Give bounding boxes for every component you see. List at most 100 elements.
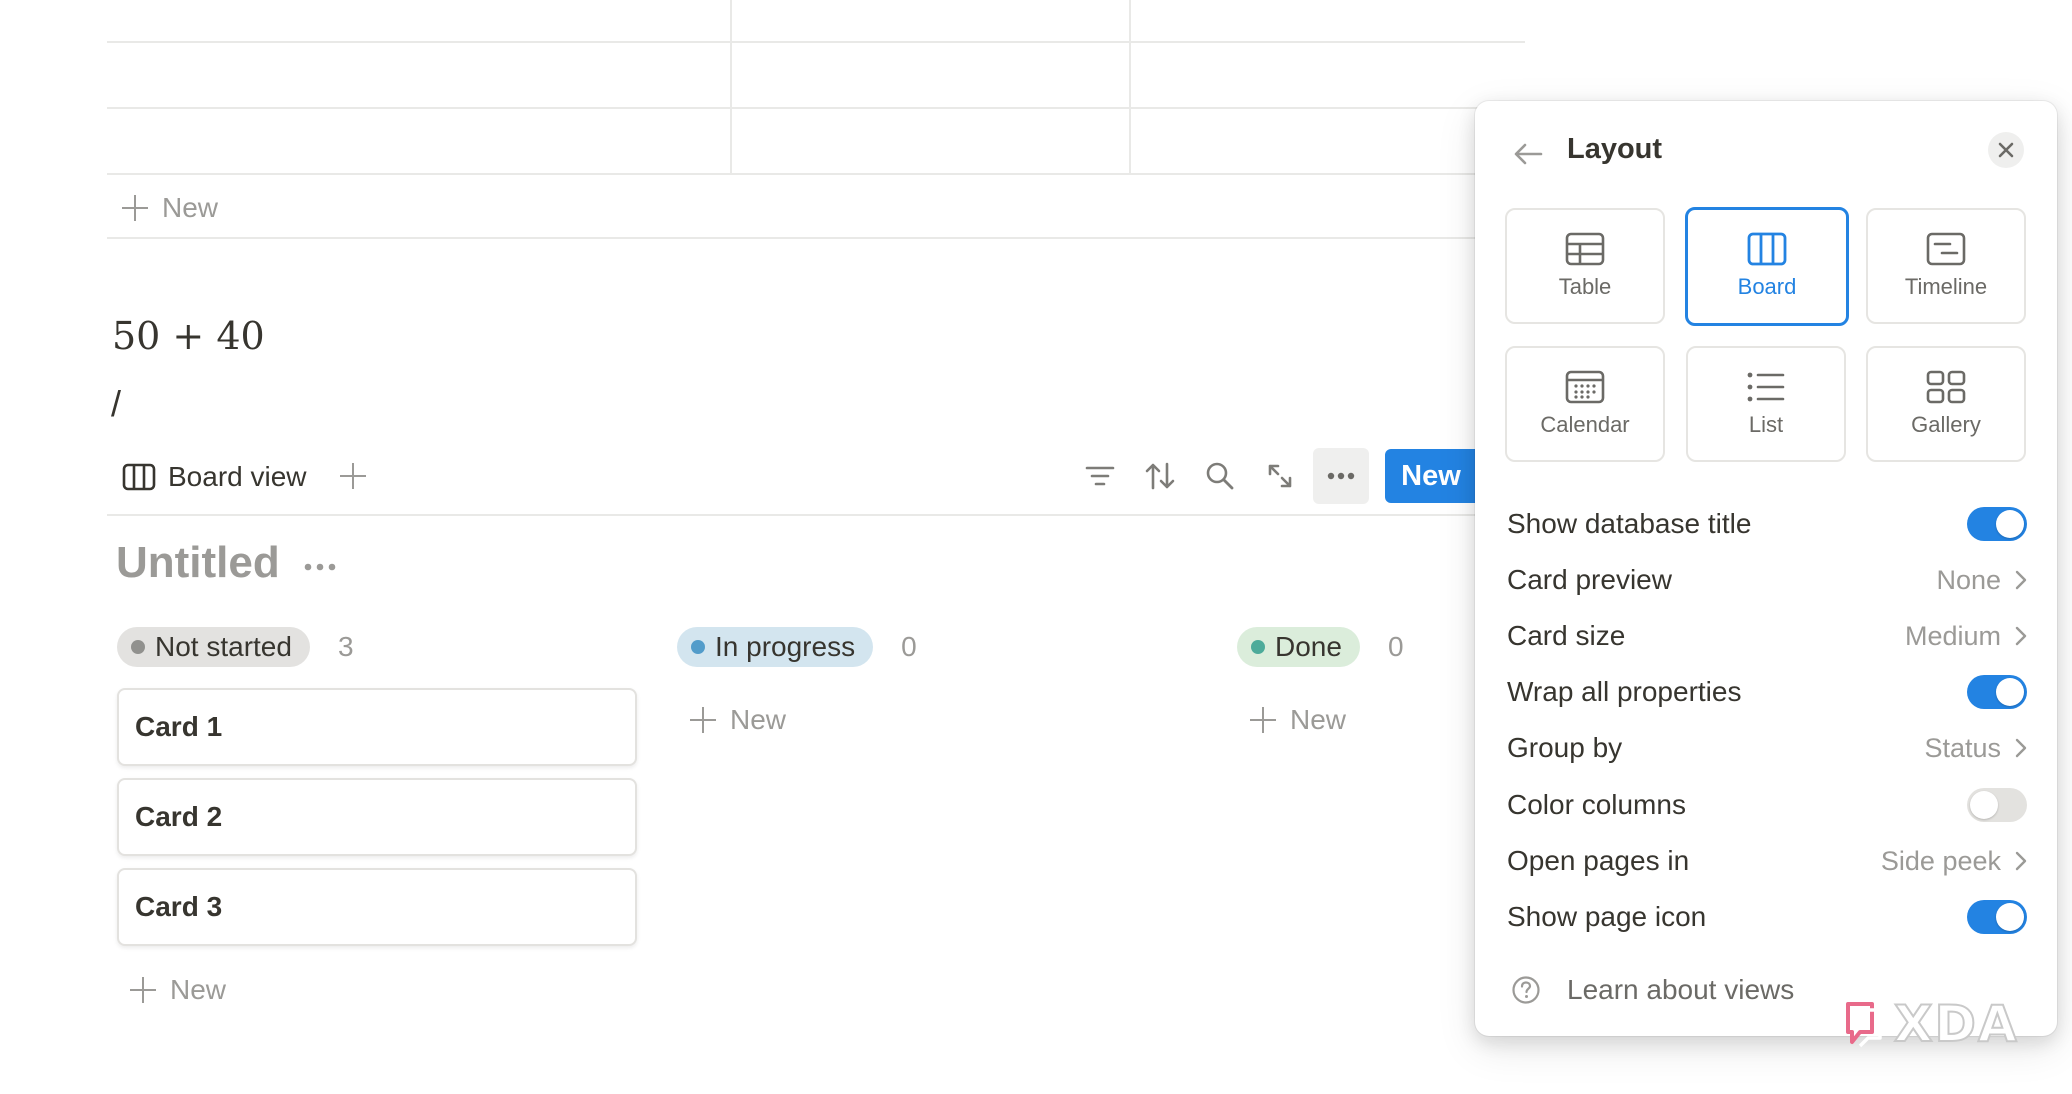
setting-card-preview[interactable]: Card preview None [1507,555,2027,605]
status-pill: Done [1237,627,1360,667]
watermark-text: XDA [1893,994,2019,1054]
add-card-label: New [1290,704,1347,735]
group-count: 0 [901,631,917,662]
setting-label: Show page icon [1507,901,1707,932]
table-row-divider [107,41,1525,43]
database-title-more-button[interactable] [304,558,338,574]
status-dot [691,640,705,654]
toggle-knob [1996,903,2024,931]
table-icon [1565,232,1605,266]
database-title[interactable]: Untitled [116,538,280,588]
table-add-row-label: New [162,192,219,223]
status-pill: In progress [677,627,874,667]
status-pill-label: In progress [715,631,856,662]
table-add-row-button[interactable]: New [122,190,218,226]
filter-button[interactable] [1078,454,1122,498]
board-card[interactable]: Card 1 [117,688,637,766]
search-button[interactable] [1198,454,1242,498]
board-view-icon [122,463,156,491]
status-pill: Not started [117,627,310,667]
layout-option-calendar[interactable]: Calendar [1505,346,1665,462]
status-dot [131,640,145,654]
setting-show-page-icon[interactable]: Show page icon [1507,892,2027,942]
board-group-header-in-progress[interactable]: In progress 0 [677,627,917,667]
layout-option-table[interactable]: Table [1505,208,1665,324]
board-group-header-done[interactable]: Done 0 [1237,627,1404,667]
viewbar-divider [107,514,1475,516]
timeline-icon [1926,232,1966,266]
status-pill-label: Done [1275,631,1342,662]
layout-option-board[interactable]: Board [1685,207,1849,326]
expand-button[interactable] [1258,454,1302,498]
plus-icon [130,977,156,1003]
board-icon [1747,232,1787,266]
help-circle-icon [1512,976,1540,1004]
board-card[interactable]: Card 3 [117,868,637,946]
gallery-icon [1926,370,1966,404]
layout-panel: Layout Table Board Timeline Calendar Lis… [1475,101,2057,1036]
chevron-right-icon [2015,570,2027,590]
setting-open-pages-in[interactable]: Open pages in Side peek [1507,836,2027,886]
sort-icon [1145,462,1175,490]
setting-label: Open pages in [1507,845,1690,876]
setting-group-by[interactable]: Group by Status [1507,723,2027,773]
table-bottom-divider [107,237,1475,239]
add-card-button-not-started[interactable]: New [130,972,226,1008]
panel-title: Layout [1567,133,1663,165]
toggle-switch[interactable] [1967,788,2027,822]
plus-icon [340,463,366,489]
setting-label: Group by [1507,732,1623,763]
close-button[interactable] [1988,132,2024,168]
back-button[interactable] [1511,137,1545,171]
board-group-header-not-started[interactable]: Not started 3 [117,627,354,667]
sort-button[interactable] [1138,454,1182,498]
status-pill-label: Not started [155,631,292,662]
toggle-switch[interactable] [1967,675,2027,709]
layout-option-label: Timeline [1904,274,1988,299]
layout-option-label: Table [1558,274,1612,299]
more-options-button[interactable] [1313,448,1369,504]
layout-option-label: List [1748,412,1784,437]
setting-card-size[interactable]: Card size Medium [1507,611,2027,661]
toggle-switch[interactable] [1967,507,2027,541]
add-card-button-done[interactable]: New [1250,702,1346,738]
layout-option-label: Calendar [1540,412,1630,437]
toggle-switch[interactable] [1967,900,2027,934]
setting-color-columns[interactable]: Color columns [1507,780,2027,830]
layout-option-list[interactable]: List [1686,346,1846,462]
add-card-label: New [730,704,787,735]
learn-about-views-link[interactable]: Learn about views [1511,974,1794,1006]
chevron-right-icon [2015,626,2027,646]
calendar-icon [1565,370,1605,404]
board-card[interactable]: Card 2 [117,778,637,856]
setting-label: Card preview [1507,564,1672,595]
chevron-right-icon [2015,851,2027,871]
plus-icon [690,707,716,733]
add-view-button[interactable] [340,463,368,491]
setting-value: Status [1924,733,2027,764]
layout-option-gallery[interactable]: Gallery [1866,346,2026,462]
learn-about-views-label: Learn about views [1567,974,1795,1005]
setting-wrap-all-properties[interactable]: Wrap all properties [1507,667,2027,717]
view-tab-board[interactable]: Board view [122,457,307,497]
setting-value-text: None [1936,564,2001,595]
plus-icon [1250,707,1276,733]
equation-block[interactable]: 50 + 40 [112,314,265,358]
plus-icon [122,195,148,221]
add-card-button-in-progress[interactable]: New [690,702,786,738]
status-dot [1251,640,1265,654]
layout-option-label: Gallery [1911,412,1981,437]
table-column-divider [730,0,732,173]
setting-show-database-title[interactable]: Show database title [1507,499,2027,549]
setting-value-text: Side peek [1880,845,2001,876]
new-record-button[interactable]: New [1385,449,1477,503]
xda-watermark: XDA [1842,994,2019,1054]
slash-command-line[interactable]: / [111,383,121,425]
group-count: 3 [337,631,354,662]
toggle-knob [1970,791,1998,819]
filter-icon [1085,466,1115,486]
setting-value-text: Medium [1904,620,2001,651]
layout-option-timeline[interactable]: Timeline [1866,208,2026,324]
toggle-knob [1996,678,2024,706]
search-icon [1206,462,1234,490]
